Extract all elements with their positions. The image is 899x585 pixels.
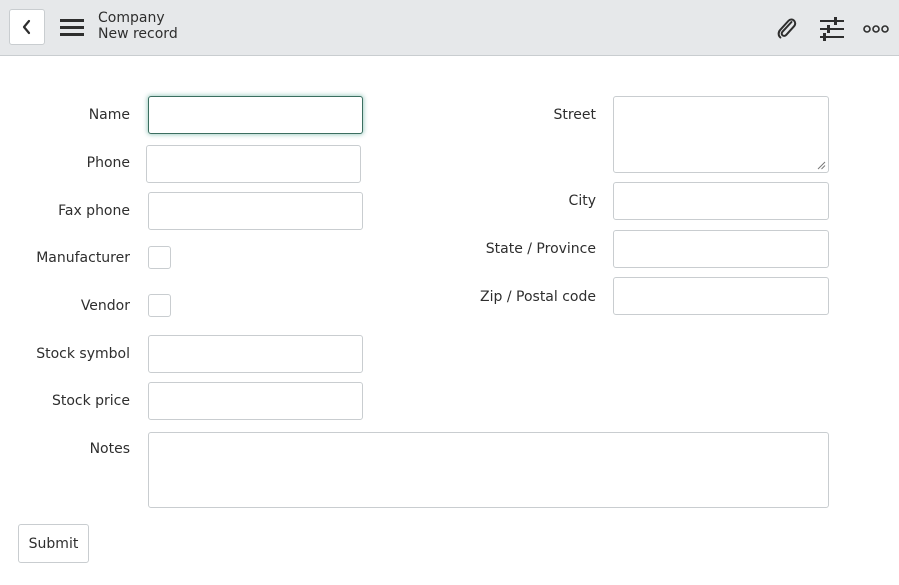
stock-price-input[interactable]	[148, 382, 363, 420]
paperclip-icon	[777, 18, 797, 39]
street-label: Street	[553, 107, 596, 123]
street-textarea[interactable]	[613, 96, 829, 173]
sliders-icon	[820, 17, 844, 41]
more-options-button[interactable]	[863, 16, 889, 42]
phone-input[interactable]	[146, 145, 361, 183]
zip-postal-code-input[interactable]	[613, 277, 829, 315]
zip-postal-code-label: Zip / Postal code	[480, 289, 596, 305]
back-button[interactable]	[9, 9, 45, 45]
state-province-input[interactable]	[613, 230, 829, 268]
page-title: Company	[98, 10, 165, 26]
name-label: Name	[88, 107, 130, 123]
stock-price-label: Stock price	[51, 393, 130, 409]
page-title-block: Company New record	[98, 10, 178, 42]
chevron-left-icon	[22, 19, 31, 35]
page-subtitle: New record	[98, 26, 178, 42]
attachment-button[interactable]	[775, 16, 801, 42]
notes-label: Notes	[89, 441, 130, 457]
fax-phone-input[interactable]	[148, 192, 363, 230]
submit-button[interactable]: Submit	[18, 524, 89, 563]
more-options-icon	[863, 25, 889, 33]
manufacturer-label: Manufacturer	[36, 250, 130, 266]
name-input[interactable]	[148, 96, 363, 134]
city-label: City	[568, 193, 596, 209]
fax-phone-label: Fax phone	[58, 203, 130, 219]
hamburger-menu-icon	[60, 19, 84, 36]
notes-textarea[interactable]	[148, 432, 829, 508]
stock-symbol-input[interactable]	[148, 335, 363, 373]
hamburger-menu-button[interactable]	[60, 16, 84, 38]
stock-symbol-label: Stock symbol	[36, 346, 130, 362]
personalize-button[interactable]	[819, 16, 845, 42]
phone-label: Phone	[86, 155, 130, 171]
manufacturer-checkbox[interactable]	[148, 246, 171, 269]
city-input[interactable]	[613, 182, 829, 220]
vendor-label: Vendor	[80, 298, 130, 314]
header-bar: Company New record	[0, 0, 899, 56]
state-province-label: State / Province	[485, 241, 596, 257]
vendor-checkbox[interactable]	[148, 294, 171, 317]
